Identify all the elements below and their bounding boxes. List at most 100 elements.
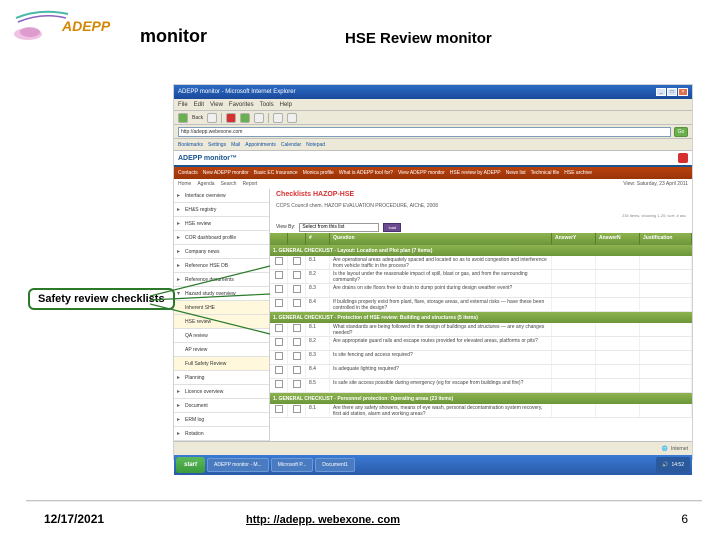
table-row[interactable]: 8.1What standards are being followed in … <box>270 323 692 337</box>
menu-edit[interactable]: Edit <box>194 99 204 110</box>
subnav-item[interactable]: Home <box>178 181 191 187</box>
sidebar-item[interactable]: ▸Interface overview <box>174 189 269 203</box>
subnav-item[interactable]: Agenda <box>197 181 214 187</box>
link-item[interactable]: Mail <box>231 142 240 148</box>
breadcrumb: Checklists HAZOP-HSE <box>270 189 692 203</box>
back-label: Back <box>192 115 203 121</box>
close-button[interactable]: × <box>678 88 688 96</box>
section-header[interactable]: 1. GENERAL CHECKLIST - Personnel protect… <box>270 393 692 404</box>
taskbar: start ADEPP monitor - M... Microsoft P..… <box>174 455 692 475</box>
footer-page-number: 6 <box>681 512 688 526</box>
stop-button[interactable] <box>226 113 236 123</box>
row-checkbox[interactable] <box>293 405 301 413</box>
menu-file[interactable]: File <box>178 99 188 110</box>
app-badge-icon <box>678 153 688 163</box>
menu-help[interactable]: Help <box>280 99 292 110</box>
nav-item[interactable]: HSE archive <box>564 170 592 176</box>
system-tray[interactable]: 🔊 14:52 <box>656 457 690 473</box>
subnav-item[interactable]: Report <box>242 181 257 187</box>
view-dropdown[interactable]: Select from this list <box>299 223 379 232</box>
taskbar-button[interactable]: Document1 <box>315 458 355 472</box>
table-row[interactable]: 8.5Is safe site access possible during e… <box>270 379 692 393</box>
section-header[interactable]: 1. GENERAL CHECKLIST - Layout: Location … <box>270 245 692 256</box>
sidebar-item[interactable]: ▸COR dashboard profile <box>174 231 269 245</box>
table-row[interactable]: 8.3Is site fencing and access required? <box>270 351 692 365</box>
row-checkbox[interactable] <box>293 257 301 265</box>
expand-icon: ▸ <box>177 248 185 255</box>
nav-item[interactable]: HSE review by ADEPP <box>450 170 501 176</box>
table-row[interactable]: 8.2Are appropriate guard rails and escap… <box>270 337 692 351</box>
sidebar-item[interactable]: Full Safety Review <box>174 357 269 371</box>
table-row[interactable]: 8.3Are drains on site floors free to dra… <box>270 284 692 298</box>
grid-header-cell[interactable]: Justification <box>640 233 692 245</box>
sidebar-item[interactable]: ▸Planning <box>174 371 269 385</box>
link-item[interactable]: Appointments <box>245 142 276 148</box>
nav-item[interactable]: Basic EC Insurance <box>254 170 298 176</box>
menu-bar: File Edit View Favorites Tools Help <box>174 99 692 111</box>
menu-favorites[interactable]: Favorites <box>229 99 254 110</box>
grid-header-cell[interactable]: Question <box>330 233 552 245</box>
taskbar-button[interactable]: Microsoft P... <box>271 458 314 472</box>
subnav-item[interactable]: Search <box>221 181 237 187</box>
row-checkbox[interactable] <box>275 366 283 374</box>
nav-item[interactable]: View ADEPP monitor <box>398 170 445 176</box>
row-checkbox[interactable] <box>293 285 301 293</box>
forward-button[interactable] <box>207 113 217 123</box>
nav-item[interactable]: What is ADEPP tool for? <box>339 170 393 176</box>
link-item[interactable]: Notepad <box>306 142 325 148</box>
row-checkbox[interactable] <box>293 380 301 388</box>
row-checkbox[interactable] <box>275 380 283 388</box>
taskbar-button[interactable]: ADEPP monitor - M... <box>207 458 269 472</box>
table-row[interactable]: 8.1Are operational areas adequately spac… <box>270 256 692 270</box>
row-checkbox[interactable] <box>293 352 301 360</box>
sidebar-item[interactable]: ▸Document <box>174 399 269 413</box>
nav-item[interactable]: Contacts <box>178 170 198 176</box>
maximize-button[interactable]: □ <box>667 88 677 96</box>
sidebar-item[interactable]: ▸Company news <box>174 245 269 259</box>
nav-item[interactable]: Monica profile <box>303 170 334 176</box>
logo-flower-icon <box>10 8 70 44</box>
address-input[interactable]: http://adepp.webexone.com <box>178 127 671 137</box>
go-button[interactable]: Go <box>674 127 688 137</box>
row-checkbox[interactable] <box>275 352 283 360</box>
home-button[interactable] <box>254 113 264 123</box>
favorites-button[interactable] <box>287 113 297 123</box>
link-item[interactable]: Calendar <box>281 142 301 148</box>
link-item[interactable]: Bookmarks <box>178 142 203 148</box>
link-item[interactable]: Settings <box>208 142 226 148</box>
back-button[interactable] <box>178 113 188 123</box>
table-row[interactable]: 8.4Is adequate lighting required? <box>270 365 692 379</box>
nav-item[interactable]: New ADEPP monitor <box>203 170 249 176</box>
table-row[interactable]: 8.4If buildings properly exist from plan… <box>270 298 692 312</box>
refresh-button[interactable] <box>240 113 250 123</box>
sidebar-item[interactable]: ▸ERM log <box>174 413 269 427</box>
sidebar-item[interactable]: ▸Rotation <box>174 427 269 441</box>
grid-header-cell[interactable]: # <box>306 233 330 245</box>
nav-item[interactable]: Technical file <box>531 170 560 176</box>
start-button[interactable]: start <box>176 457 205 473</box>
table-row[interactable]: 8.2Is the layout under the reasonable im… <box>270 270 692 284</box>
status-zone: Internet <box>671 446 688 452</box>
row-checkbox[interactable] <box>293 366 301 374</box>
view-load-button[interactable]: load <box>383 223 401 232</box>
logo: ADEPP <box>10 8 110 44</box>
grid-header-cell[interactable]: AnswerN <box>596 233 640 245</box>
sidebar-item[interactable]: ▸Licence overview <box>174 385 269 399</box>
row-checkbox[interactable] <box>275 405 283 413</box>
nav-item[interactable]: News list <box>506 170 526 176</box>
minimize-button[interactable]: _ <box>656 88 666 96</box>
table-row[interactable]: 8.1Are there any safety showers, means o… <box>270 404 692 418</box>
sidebar-item[interactable]: ▸EH&S registry <box>174 203 269 217</box>
view-bar: View By: Select from this list load <box>270 221 692 233</box>
row-checkbox[interactable] <box>293 271 301 279</box>
search-button[interactable] <box>273 113 283 123</box>
menu-tools[interactable]: Tools <box>260 99 274 110</box>
row-checkbox[interactable] <box>293 338 301 346</box>
sidebar-item[interactable]: ▸HSE review <box>174 217 269 231</box>
menu-view[interactable]: View <box>210 99 223 110</box>
grid-header-cell[interactable]: AnswerY <box>552 233 596 245</box>
row-checkbox[interactable] <box>293 324 301 332</box>
section-header[interactable]: 1. GENERAL CHECKLIST - Protection of HSE… <box>270 312 692 323</box>
row-checkbox[interactable] <box>293 299 301 307</box>
footer-url[interactable]: http: //adepp. webexone. com <box>246 514 400 526</box>
